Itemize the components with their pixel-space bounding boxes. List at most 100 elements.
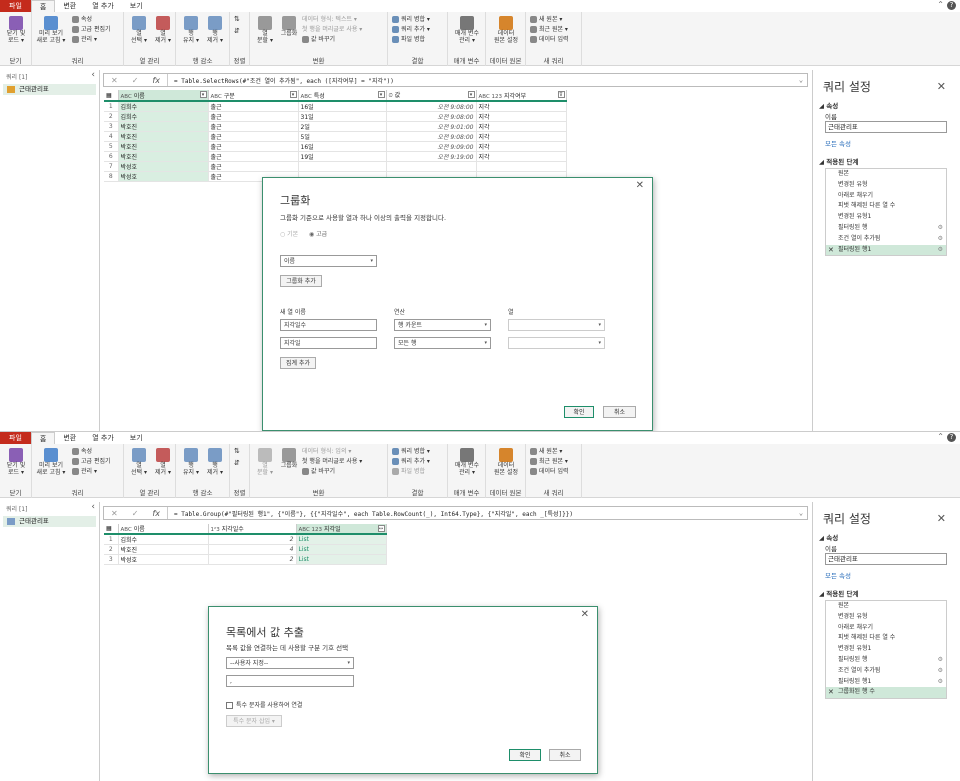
- table-cell[interactable]: 박성호: [118, 161, 209, 172]
- tab-add-column[interactable]: 열 추가: [84, 0, 122, 12]
- tab-home[interactable]: 홈: [30, 0, 56, 12]
- table-cell[interactable]: 지각: [476, 121, 567, 132]
- new-source-button[interactable]: 새 원본 ▾: [530, 16, 562, 23]
- table-cell[interactable]: 출근: [208, 131, 299, 142]
- filter-dropdown-icon[interactable]: ▾: [377, 91, 385, 98]
- gear-icon[interactable]: ⚙: [938, 234, 943, 245]
- filter-active-icon[interactable]: ⊽: [557, 91, 565, 98]
- table-cell[interactable]: 출근: [208, 111, 299, 122]
- refresh-preview-button[interactable]: 미리 보기 새로 고침 ▾: [34, 16, 68, 44]
- combine-files-button[interactable]: 파일 병합: [392, 468, 425, 475]
- applied-step[interactable]: 아래로 채우기: [826, 191, 946, 202]
- recent-sources-button[interactable]: 최근 원본 ▾: [530, 26, 568, 33]
- manage-button[interactable]: 관리 ▾: [72, 36, 97, 43]
- collapse-ribbon-icon[interactable]: ⌃: [937, 0, 944, 9]
- column-header[interactable]: ABC 이름 ▾: [118, 90, 209, 102]
- gear-icon[interactable]: ⚙: [938, 655, 943, 666]
- table-cell[interactable]: 박호진: [118, 141, 209, 152]
- collapse-pane-icon[interactable]: ‹: [91, 502, 95, 512]
- merge-queries-button[interactable]: 쿼리 병합 ▾: [392, 16, 430, 23]
- table-row[interactable]: 2 박호진 4 List: [104, 544, 387, 555]
- tab-file[interactable]: 파일: [0, 0, 31, 12]
- column-header[interactable]: ABC 123 지각일 ↔: [296, 524, 387, 535]
- filter-dropdown-icon[interactable]: ▾: [467, 91, 475, 98]
- radio-basic[interactable]: ○ 기본: [280, 229, 298, 238]
- sort-asc-icon[interactable]: ⇅: [234, 16, 240, 23]
- collapse-ribbon-icon[interactable]: ⌃: [937, 432, 944, 441]
- table-row[interactable]: 4 박호진 출근 5일 오전 9:08:00 지각: [104, 131, 567, 142]
- datatype-dropdown[interactable]: 데이터 형식: 임의 ▾: [302, 448, 351, 455]
- cancel-icon[interactable]: ✕: [111, 509, 118, 518]
- split-column-button[interactable]: 열 분할 ▾: [254, 16, 276, 44]
- applied-step[interactable]: ✕ 그룹화된 행 수: [826, 687, 946, 699]
- table-cell[interactable]: 오전 9:01:00: [386, 121, 477, 132]
- formula-text[interactable]: = Table.Group(#"필터링된 행1", {"이름"}, {{"지각일…: [168, 509, 795, 518]
- insert-special-char-button[interactable]: 특수 문자 삽입 ▾: [226, 715, 282, 727]
- table-cell[interactable]: 오전 9:08:00: [386, 111, 477, 122]
- expand-formula-icon[interactable]: ⌄: [795, 509, 807, 517]
- help-icon[interactable]: ?: [947, 433, 956, 442]
- table-menu-icon[interactable]: ▦: [104, 524, 119, 535]
- table-cell[interactable]: 오전 9:08:00: [386, 101, 477, 112]
- close-icon[interactable]: ✕: [636, 180, 644, 191]
- choose-columns-button[interactable]: 열 선택 ▾: [128, 448, 150, 476]
- table-cell[interactable]: 지각: [476, 151, 567, 162]
- confirm-icon[interactable]: ✓: [132, 76, 139, 85]
- special-chars-checkbox[interactable]: 특수 문자를 사용하여 연결: [226, 700, 302, 709]
- applied-step[interactable]: 아래로 채우기: [826, 623, 946, 634]
- table-cell[interactable]: 김희수: [118, 111, 209, 122]
- applied-step[interactable]: 피벗 해제된 다른 열 수: [826, 201, 946, 212]
- applied-step[interactable]: ✕ 필터링된 행1 ⚙: [826, 244, 946, 256]
- formula-text[interactable]: = Table.SelectRows(#"조건 열이 추가됨", each ([…: [168, 76, 795, 85]
- operation-select[interactable]: 모든 행 ▾: [394, 337, 491, 349]
- keep-rows-button[interactable]: 행 유지 ▾: [180, 448, 202, 476]
- tab-view[interactable]: 보기: [122, 432, 151, 444]
- remove-rows-button[interactable]: 행 제거 ▾: [204, 448, 226, 476]
- datatype-dropdown[interactable]: 데이터 형식: 텍스트 ▾: [302, 16, 357, 23]
- table-cell[interactable]: 출근: [208, 141, 299, 152]
- append-queries-button[interactable]: 쿼리 추가 ▾: [392, 26, 430, 33]
- query-item[interactable]: 근태관리표: [3, 84, 96, 95]
- replace-values-button[interactable]: 값 바꾸기: [302, 36, 335, 43]
- table-cell[interactable]: 김희수: [118, 534, 209, 545]
- choose-columns-button[interactable]: 열 선택 ▾: [128, 16, 150, 44]
- tab-view[interactable]: 보기: [122, 0, 151, 12]
- table-cell[interactable]: 출근: [208, 161, 299, 172]
- list-link[interactable]: List: [296, 534, 387, 545]
- manage-parameters-button[interactable]: 매개 변수 관리 ▾: [450, 448, 484, 476]
- group-by-column-select[interactable]: 이름 ▾: [280, 255, 377, 267]
- use-first-row-headers-button[interactable]: 첫 행을 머리글로 사용 ▾: [302, 26, 362, 33]
- table-cell[interactable]: 지각: [476, 101, 567, 112]
- column-header[interactable]: ⏲ 값 ▾: [386, 90, 477, 102]
- tab-transform[interactable]: 변환: [55, 432, 84, 444]
- query-name-input[interactable]: 근태관리표: [825, 121, 947, 133]
- collapse-pane-icon[interactable]: ‹: [91, 70, 95, 80]
- cancel-button[interactable]: 취소: [603, 406, 636, 418]
- manage-parameters-button[interactable]: 매개 변수 관리 ▾: [450, 16, 484, 44]
- ok-button[interactable]: 확인: [564, 406, 594, 418]
- help-icon[interactable]: ?: [947, 1, 956, 10]
- table-cell[interactable]: [476, 161, 567, 172]
- use-first-row-headers-button[interactable]: 첫 행을 머리글로 사용 ▾: [302, 458, 362, 465]
- table-row[interactable]: 7 박성호 출근: [104, 161, 567, 172]
- column-header[interactable]: ABC 구분 ▾: [208, 90, 299, 102]
- applied-step[interactable]: 피벗 해제된 다른 열 수: [826, 633, 946, 644]
- filter-dropdown-icon[interactable]: ▾: [199, 91, 207, 98]
- group-by-button[interactable]: 그룹화: [278, 448, 300, 469]
- confirm-icon[interactable]: ✓: [132, 509, 139, 518]
- table-cell[interactable]: 5일: [298, 131, 387, 142]
- applied-step[interactable]: 필터링된 행1 ⚙: [826, 677, 946, 688]
- table-cell[interactable]: 출근: [208, 121, 299, 132]
- applied-step[interactable]: 변경된 유형1: [826, 212, 946, 223]
- table-cell[interactable]: 지각: [476, 131, 567, 142]
- new-column-name-input[interactable]: 지각일: [280, 337, 377, 349]
- applied-step[interactable]: 필터링된 행 ⚙: [826, 655, 946, 666]
- all-properties-link[interactable]: 모든 속성: [825, 138, 851, 148]
- gear-icon[interactable]: ⚙: [938, 677, 943, 688]
- new-source-button[interactable]: 새 원본 ▾: [530, 448, 562, 455]
- applied-step[interactable]: 원본: [826, 601, 946, 612]
- table-cell[interactable]: [386, 161, 477, 172]
- table-row[interactable]: 2 김희수 출근 31일 오전 9:08:00 지각: [104, 111, 567, 122]
- tab-transform[interactable]: 변환: [55, 0, 84, 12]
- table-cell[interactable]: 출근: [208, 101, 299, 112]
